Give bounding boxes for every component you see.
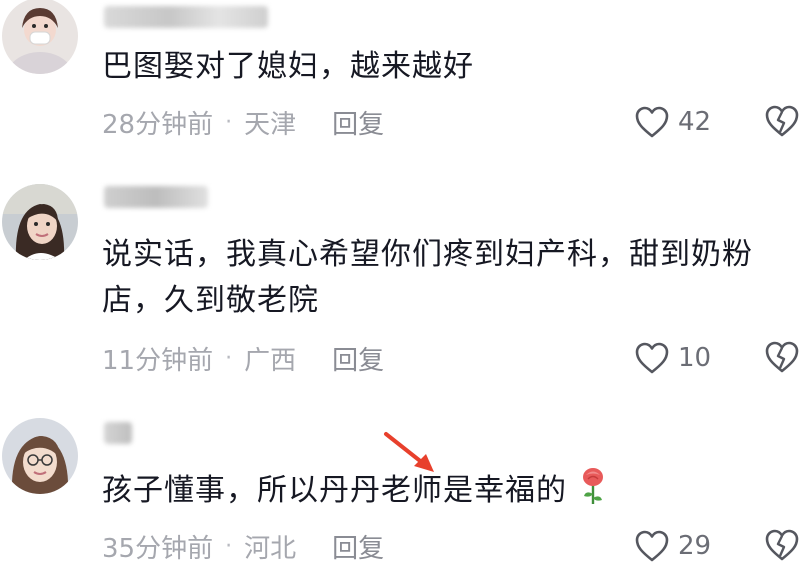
rose-emoji-icon [582, 468, 603, 504]
reply-button[interactable]: 回复 [332, 528, 384, 565]
like-button[interactable]: 29 [634, 526, 714, 566]
like-count: 29 [678, 531, 712, 561]
avatar-image [2, 418, 78, 494]
meta-separator: · [225, 533, 233, 559]
heart-outline-icon [635, 530, 669, 562]
username-redacted[interactable] [104, 422, 132, 444]
comment-location: 河北 [244, 533, 297, 564]
comment-text-content: 孩子懂事，所以丹丹老师是幸福的 [102, 473, 567, 508]
dislike-button[interactable] [764, 528, 800, 564]
comment-text: 孩子懂事，所以丹丹老师是幸福的 [102, 466, 792, 514]
broken-heart-icon [765, 529, 799, 561]
comment-time: 35分钟前 [102, 533, 214, 564]
red-arrow-icon [384, 432, 434, 472]
avatar[interactable] [2, 418, 78, 494]
comment-item: 孩子懂事，所以丹丹老师是幸福的 35分钟前 · 河北 回复 29 [0, 0, 800, 564]
